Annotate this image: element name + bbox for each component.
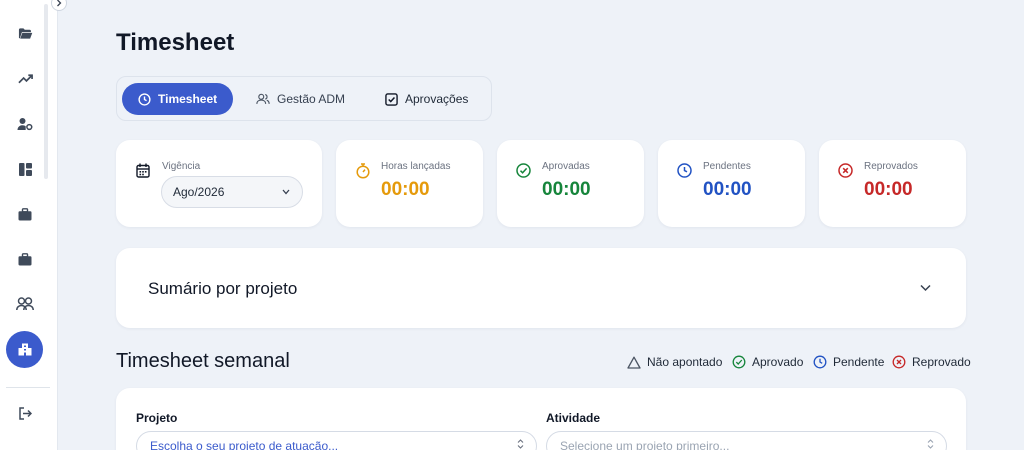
tab-label: Timesheet xyxy=(158,92,218,106)
stopwatch-icon xyxy=(356,163,370,179)
atividade-placeholder: Selecione um projeto primeiro... xyxy=(560,439,730,450)
x-circle-icon xyxy=(892,355,906,369)
pendentes-label: Pendentes xyxy=(703,161,751,172)
chevron-down-icon[interactable] xyxy=(920,284,931,292)
tab-timesheet[interactable]: Timesheet xyxy=(122,83,233,115)
legend-aprovado: Aprovado xyxy=(732,355,803,369)
trending-up-icon xyxy=(17,74,33,84)
sidebar-item-team[interactable] xyxy=(12,291,38,317)
clock-icon xyxy=(813,355,827,369)
reprovados-value: 00:00 xyxy=(864,179,913,200)
atividade-label: Atividade xyxy=(546,411,601,425)
check-circle-icon xyxy=(732,355,746,369)
vigencia-value: Ago/2026 xyxy=(173,185,225,199)
section-title: Timesheet semanal xyxy=(116,350,290,372)
tab-bar: Timesheet Gestão ADM Aprovações xyxy=(116,76,492,121)
sidebar xyxy=(0,0,58,450)
check-square-icon xyxy=(385,92,398,106)
sidebar-divider xyxy=(6,387,50,388)
tab-gestao-adm[interactable]: Gestão ADM xyxy=(253,83,353,115)
folder-open-icon xyxy=(18,27,32,39)
aprovadas-label: Aprovadas xyxy=(542,161,590,172)
tab-aprovacoes[interactable]: Aprovações xyxy=(383,83,483,115)
summary-title: Sumário por projeto xyxy=(148,279,298,298)
briefcase-icon xyxy=(18,207,32,220)
projeto-select[interactable]: Escolha o seu projeto de atuação... xyxy=(136,431,537,450)
triangle-icon xyxy=(627,356,641,369)
user-gear-icon xyxy=(17,118,33,131)
sidebar-item-trends[interactable] xyxy=(12,66,38,92)
sidebar-scrollbar[interactable] xyxy=(44,4,48,179)
legend-label: Não apontado xyxy=(647,355,723,369)
projeto-label: Projeto xyxy=(136,411,178,425)
horas-lancadas-value: 00:00 xyxy=(381,179,430,200)
chevron-down-icon xyxy=(282,189,290,195)
clock-icon xyxy=(677,163,692,178)
logout-button[interactable] xyxy=(12,400,38,426)
sidebar-item-briefcase-1[interactable] xyxy=(12,201,38,227)
chevron-updown-icon xyxy=(517,439,524,449)
reprovados-label: Reprovados xyxy=(864,161,918,172)
sidebar-item-company[interactable] xyxy=(6,331,43,368)
tab-label: Aprovações xyxy=(405,92,469,106)
horas-lancadas-label: Horas lançadas xyxy=(381,161,451,172)
sidebar-item-folders[interactable] xyxy=(12,20,38,46)
legend-nao-apontado: Não apontado xyxy=(627,355,722,369)
users-icon xyxy=(256,93,270,104)
sidebar-toggle-button[interactable] xyxy=(51,0,67,11)
chevron-updown-icon xyxy=(927,439,934,449)
tab-label: Gestão ADM xyxy=(277,92,346,106)
x-circle-icon xyxy=(838,163,853,178)
calendar-icon xyxy=(136,163,150,178)
sidebar-item-dashboard[interactable] xyxy=(12,156,38,182)
clock-icon xyxy=(138,92,151,106)
legend-reprovado: Reprovado xyxy=(892,355,971,369)
legend-label: Pendente xyxy=(833,355,885,369)
vigencia-select[interactable]: Ago/2026 xyxy=(161,176,303,208)
check-circle-icon xyxy=(516,163,531,178)
vigencia-label: Vigência xyxy=(162,161,201,172)
legend-pendente: Pendente xyxy=(813,355,884,369)
page-title: Timesheet xyxy=(116,29,235,56)
sidebar-item-user-settings[interactable] xyxy=(12,111,38,137)
sidebar-item-briefcase-2[interactable] xyxy=(12,246,38,272)
logout-icon xyxy=(19,406,32,420)
aprovadas-value: 00:00 xyxy=(542,179,591,200)
dashboard-icon xyxy=(18,162,32,176)
building-icon xyxy=(18,343,31,356)
legend-label: Reprovado xyxy=(912,355,971,369)
atividade-select[interactable]: Selecione um projeto primeiro... xyxy=(546,431,947,450)
briefcase-icon xyxy=(18,252,32,265)
chevron-right-icon xyxy=(57,0,62,7)
team-icon xyxy=(16,297,34,311)
projeto-placeholder: Escolha o seu projeto de atuação... xyxy=(150,439,339,450)
legend-label: Aprovado xyxy=(752,355,804,369)
pendentes-value: 00:00 xyxy=(703,179,752,200)
